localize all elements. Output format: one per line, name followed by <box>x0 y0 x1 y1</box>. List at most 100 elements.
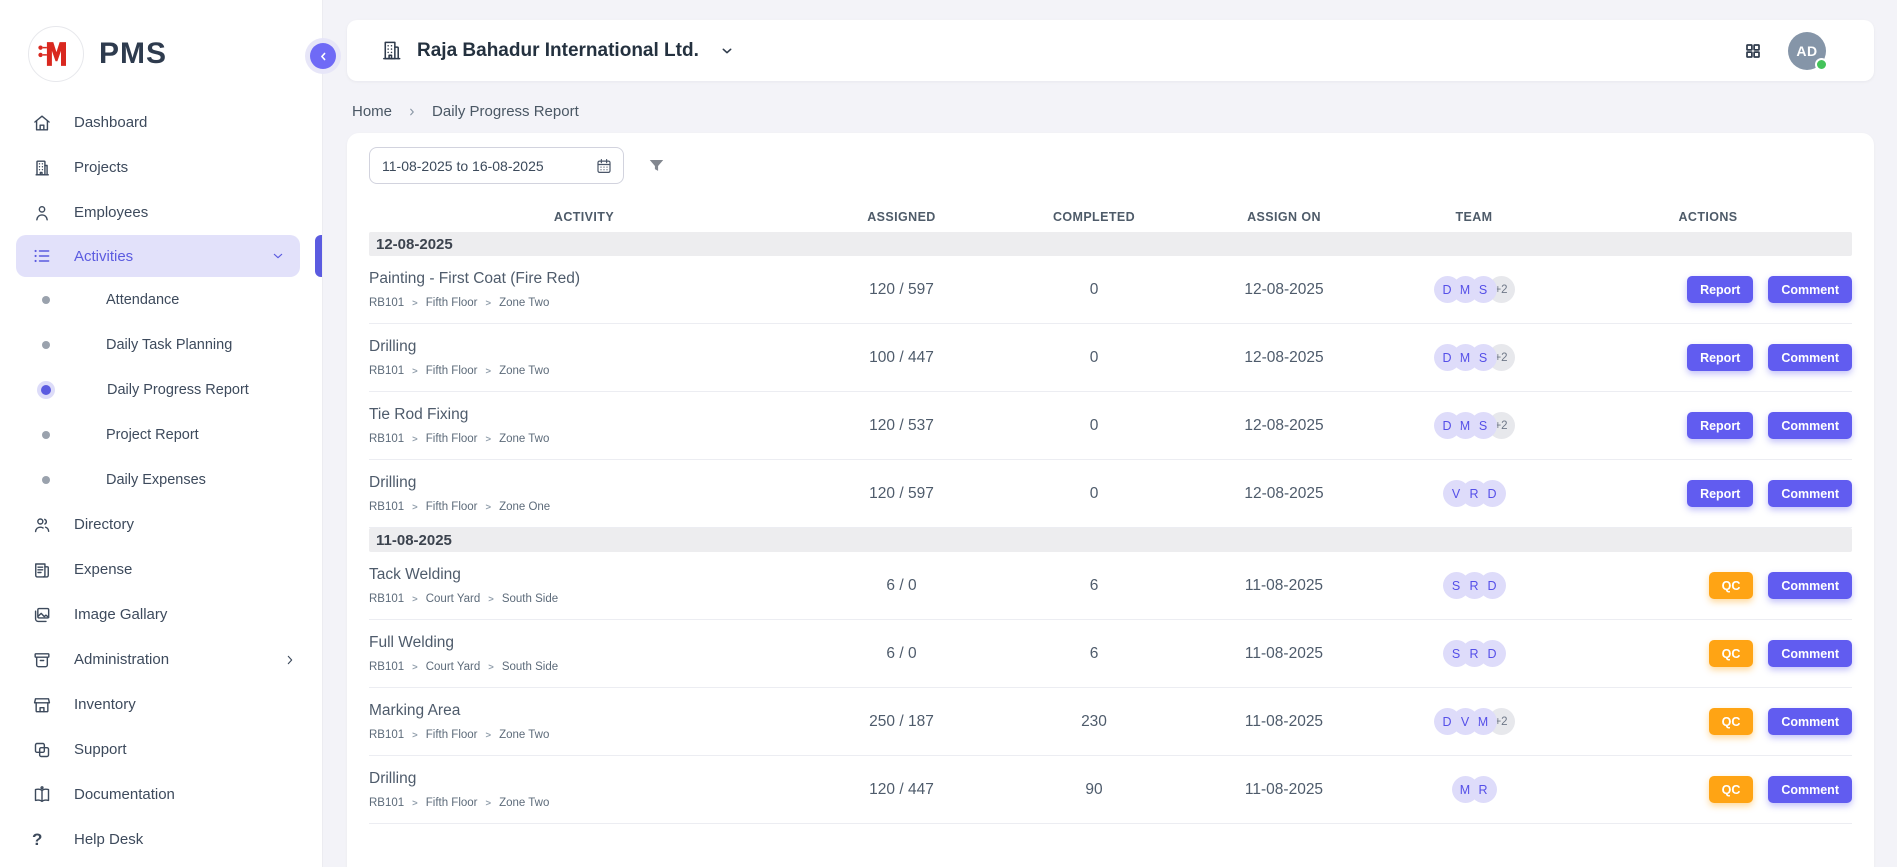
chevron-right-icon: > <box>412 366 418 377</box>
people-icon <box>32 515 52 535</box>
apps-grid-button[interactable] <box>1744 42 1762 60</box>
sidebar-item-employees[interactable]: Employees <box>0 190 322 235</box>
completed-value: 6 <box>1004 577 1184 595</box>
activity-title: Drilling <box>369 474 789 492</box>
date-range-input[interactable] <box>382 158 587 174</box>
app-logo[interactable]: PMS <box>0 0 322 88</box>
chevron-right-icon: > <box>412 730 418 741</box>
comment-button[interactable]: Comment <box>1768 412 1852 439</box>
copy-icon <box>32 740 52 760</box>
sidebar-item-directory[interactable]: Directory <box>0 502 322 547</box>
chevron-right-icon: > <box>486 298 492 309</box>
path-segment: Court Yard <box>426 661 481 673</box>
sidebar-subitem-daily-progress-report[interactable]: Daily Progress Report <box>0 367 322 412</box>
sidebar-item-dashboard[interactable]: Dashboard <box>0 100 322 145</box>
path-segment: Fifth Floor <box>426 797 478 809</box>
filter-button[interactable] <box>647 156 666 175</box>
archive-icon <box>32 650 52 670</box>
sidebar-subitem-daily-task-planning[interactable]: Daily Task Planning <box>0 322 322 367</box>
activity-location-path: RB101>Fifth Floor>Zone One <box>369 501 789 513</box>
breadcrumb-current: Daily Progress Report <box>432 103 579 120</box>
sidebar-subitem-daily-expenses[interactable]: Daily Expenses <box>0 457 322 502</box>
actions-cell: QC Comment <box>1564 640 1852 667</box>
date-group-header: 12-08-2025 <box>369 232 1852 256</box>
path-segment: Fifth Floor <box>426 365 478 377</box>
sidebar-item-label: Activities <box>74 248 248 265</box>
comment-button[interactable]: Comment <box>1768 640 1852 667</box>
path-segment: RB101 <box>369 797 404 809</box>
calendar-icon <box>595 157 613 175</box>
chevron-down-icon <box>719 43 735 59</box>
team-avatars: DMS+2 <box>1434 276 1515 303</box>
chevron-right-icon: > <box>486 798 492 809</box>
sidebar-item-help-desk[interactable]: ?Help Desk <box>0 817 322 862</box>
date-range-field[interactable] <box>369 147 624 184</box>
sidebar-item-label: Employees <box>74 204 298 221</box>
column-header-actions: Actions <box>1564 210 1852 224</box>
completed-value: 6 <box>1004 645 1184 663</box>
report-button[interactable]: Report <box>1687 344 1753 371</box>
path-segment: Zone Two <box>499 433 549 445</box>
active-bullet-icon <box>41 385 51 395</box>
activity-title: Full Welding <box>369 634 789 652</box>
activity-location-path: RB101>Court Yard>South Side <box>369 661 789 673</box>
sidebar-item-expense[interactable]: Expense <box>0 547 322 592</box>
activity-cell: Drilling RB101>Fifth Floor>Zone One <box>369 474 799 513</box>
path-segment: RB101 <box>369 593 404 605</box>
sidebar-item-inventory[interactable]: Inventory <box>0 682 322 727</box>
qc-button[interactable]: QC <box>1709 572 1754 599</box>
sidebar-collapse-button[interactable] <box>310 43 336 69</box>
team-cell: DVM+2 <box>1384 708 1564 735</box>
user-avatar[interactable]: AD <box>1788 32 1826 70</box>
sidebar-item-support[interactable]: Support <box>0 727 322 772</box>
path-segment: Zone Two <box>499 297 549 309</box>
team-member-avatar: D <box>1434 276 1461 303</box>
report-button[interactable]: Report <box>1687 412 1753 439</box>
sidebar-item-image-gallary[interactable]: Image Gallary <box>0 592 322 637</box>
sidebar-item-administration[interactable]: Administration <box>0 637 322 682</box>
completed-value: 0 <box>1004 281 1184 299</box>
comment-button[interactable]: Comment <box>1768 276 1852 303</box>
qc-button[interactable]: QC <box>1709 776 1754 803</box>
bullet-icon <box>42 431 50 439</box>
chevron-left-icon <box>317 50 330 63</box>
sidebar-subitem-attendance[interactable]: Attendance <box>0 277 322 322</box>
actions-cell: Report Comment <box>1564 412 1852 439</box>
bullet-icon <box>42 476 50 484</box>
activity-title: Tack Welding <box>369 566 789 584</box>
team-avatars: MR <box>1452 776 1497 803</box>
table-row: Marking AreaRB101>Fifth Floor>Zone Two25… <box>369 688 1852 756</box>
breadcrumb-home-link[interactable]: Home <box>352 103 392 120</box>
sidebar-item-projects[interactable]: Projects <box>0 145 322 190</box>
sidebar-item-activities[interactable]: Activities <box>16 235 300 277</box>
comment-button[interactable]: Comment <box>1768 480 1852 507</box>
chevron-right-icon <box>282 652 298 668</box>
assigned-value: 120 / 597 <box>799 281 1004 299</box>
app-title: PMS <box>99 37 167 71</box>
company-selector[interactable]: Raja Bahadur International Ltd. <box>380 39 735 62</box>
assign-on-value: 12-08-2025 <box>1184 281 1384 299</box>
actions-cell: Report Comment <box>1564 344 1852 371</box>
store-icon <box>32 695 52 715</box>
completed-value: 0 <box>1004 349 1184 367</box>
gallery-icon <box>32 605 52 625</box>
assigned-value: 250 / 187 <box>799 713 1004 731</box>
sidebar-subitem-project-report[interactable]: Project Report <box>0 412 322 457</box>
comment-button[interactable]: Comment <box>1768 572 1852 599</box>
comment-button[interactable]: Comment <box>1768 708 1852 735</box>
sidebar-item-label: Projects <box>74 159 298 176</box>
path-segment: Fifth Floor <box>426 297 478 309</box>
column-header-completed: Completed <box>1004 210 1184 224</box>
sidebar-subitem-label: Project Report <box>106 427 199 443</box>
report-button[interactable]: Report <box>1687 276 1753 303</box>
comment-button[interactable]: Comment <box>1768 776 1852 803</box>
report-button[interactable]: Report <box>1687 480 1753 507</box>
sidebar-item-documentation[interactable]: Documentation <box>0 772 322 817</box>
home-icon <box>32 113 52 133</box>
qc-button[interactable]: QC <box>1709 640 1754 667</box>
assign-on-value: 11-08-2025 <box>1184 713 1384 731</box>
qc-button[interactable]: QC <box>1709 708 1754 735</box>
chevron-right-icon: > <box>412 798 418 809</box>
sidebar-subitem-label: Daily Task Planning <box>106 337 232 353</box>
comment-button[interactable]: Comment <box>1768 344 1852 371</box>
